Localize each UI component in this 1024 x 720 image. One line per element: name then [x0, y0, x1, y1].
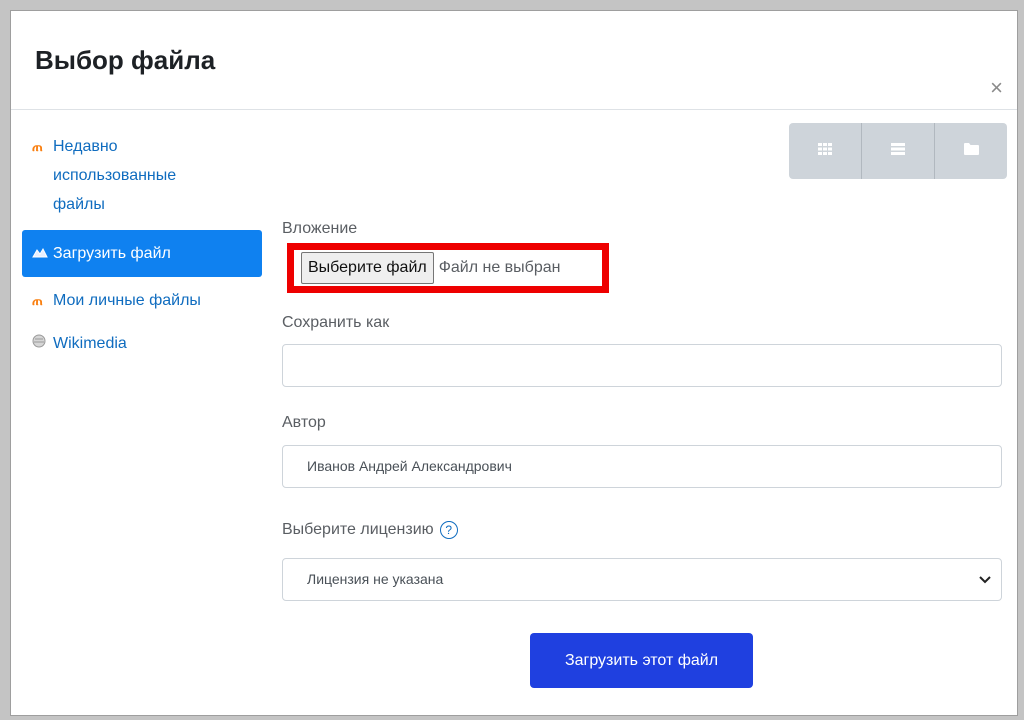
license-label: Выберите лицензию [282, 521, 434, 538]
sidebar-item-private-files[interactable]: ጠ Мои личные файлы [22, 286, 262, 315]
view-mode-toolbar [789, 123, 1007, 179]
grid-view-icon [818, 142, 832, 160]
repository-sidebar: ጠ Недавно использованные файлы Загрузить… [22, 132, 262, 358]
chevron-down-icon [979, 559, 991, 600]
list-view-icon [891, 142, 905, 160]
close-button[interactable]: × [990, 77, 1003, 99]
sidebar-item-wikimedia[interactable]: Wikimedia [22, 329, 262, 358]
attachment-label: Вложение [282, 220, 358, 237]
license-selected-value: Лицензия не указана [307, 571, 444, 587]
file-status-text: Файл не выбран [438, 259, 561, 276]
save-as-input[interactable] [282, 344, 1002, 387]
sidebar-item-label: Недавно использованные файлы [53, 138, 177, 213]
list-view-button[interactable] [862, 123, 935, 179]
sidebar-item-recent-files[interactable]: ጠ Недавно использованные файлы [22, 132, 222, 219]
file-picker-dialog: Выбор файла × ጠ Недавно использованные ф… [10, 10, 1018, 716]
sidebar-item-label: Wikimedia [53, 335, 127, 352]
moodle-icon: ጠ [32, 139, 43, 154]
license-select[interactable]: Лицензия не указана [282, 558, 1002, 601]
author-label: Автор [282, 414, 326, 431]
moodle-icon: ጠ [32, 293, 43, 308]
wikimedia-icon [32, 329, 50, 358]
file-input-highlight: Выберите файл Файл не выбран [287, 243, 609, 293]
help-icon[interactable]: ? [439, 520, 458, 539]
folder-view-icon [963, 142, 979, 160]
dialog-header: Выбор файла × [11, 11, 1017, 110]
license-label-row: Выберите лицензию? [282, 520, 458, 540]
upload-icon [32, 230, 50, 277]
sidebar-item-label: Загрузить файл [53, 245, 171, 262]
author-input[interactable]: Иванов Андрей Александрович [282, 445, 1002, 488]
sidebar-item-upload-file[interactable]: Загрузить файл [22, 230, 262, 277]
dialog-title: Выбор файла [35, 45, 216, 75]
choose-file-button[interactable]: Выберите файл [301, 252, 434, 284]
sidebar-item-label: Мои личные файлы [53, 292, 201, 309]
folder-view-button[interactable] [935, 123, 1007, 179]
upload-this-file-button[interactable]: Загрузить этот файл [530, 633, 753, 688]
grid-view-button[interactable] [789, 123, 862, 179]
save-as-label: Сохранить как [282, 314, 390, 331]
